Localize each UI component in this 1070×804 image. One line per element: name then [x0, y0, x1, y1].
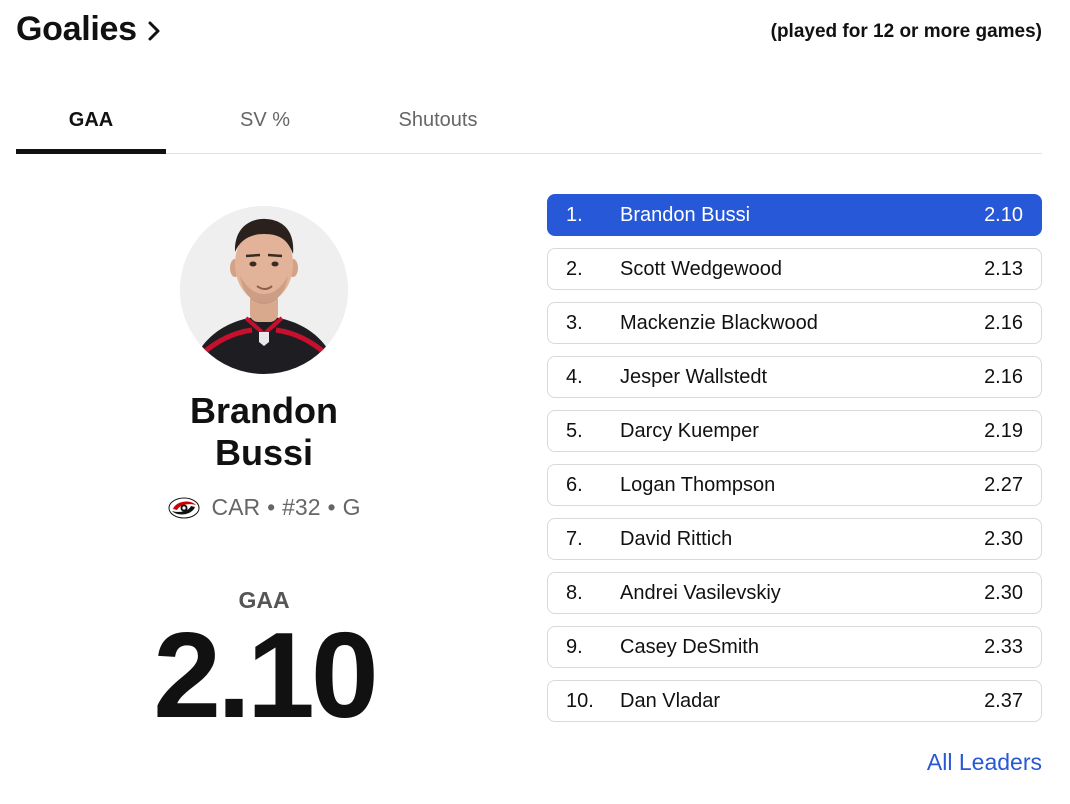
leader-row[interactable]: 5. Darcy Kuemper 2.19	[547, 410, 1042, 452]
player-last-name: Bussi	[214, 432, 314, 473]
leader-row[interactable]: 6. Logan Thompson 2.27	[547, 464, 1042, 506]
leader-rank: 8.	[566, 581, 583, 604]
qualifier-note: (played for 12 or more games)	[770, 21, 1042, 42]
leader-rank: 7.	[566, 527, 583, 550]
leader-value: 2.33	[984, 635, 1023, 658]
leader-row[interactable]: 4. Jesper Wallstedt 2.16	[547, 356, 1042, 398]
tab-gaa[interactable]: GAA	[16, 86, 166, 154]
player-team: CAR	[211, 494, 261, 520]
featured-player-card: Brandon Bussi CAR • #32 • G GAA 2.10	[120, 190, 408, 750]
leader-rank: 5.	[566, 419, 583, 442]
leader-row[interactable]: 8. Andrei Vasilevskiy 2.30	[547, 572, 1042, 614]
leader-rank: 10.	[566, 689, 594, 712]
leader-value: 2.30	[984, 581, 1023, 604]
leader-value: 2.16	[984, 311, 1023, 334]
leaders-list: 1. Brandon Bussi 2.10 2. Scott Wedgewood…	[547, 194, 1042, 734]
player-first-name: Brandon	[190, 390, 338, 431]
player-position: G	[342, 494, 361, 520]
tab-sv-percent[interactable]: SV %	[196, 86, 334, 154]
leader-rank: 6.	[566, 473, 583, 496]
leader-value: 2.13	[984, 257, 1023, 280]
leader-rank: 1.	[566, 203, 583, 226]
leader-rank: 9.	[566, 635, 583, 658]
leader-name: Casey DeSmith	[620, 635, 759, 658]
stat-value: 2.10	[153, 607, 378, 743]
leader-rank: 3.	[566, 311, 583, 334]
leader-name: Brandon Bussi	[620, 203, 751, 226]
leader-row[interactable]: 7. David Rittich 2.30	[547, 518, 1042, 560]
meta-separator: •	[327, 494, 336, 520]
leader-name: David Rittich	[620, 527, 733, 550]
leader-name: Jesper Wallstedt	[620, 365, 768, 388]
leader-row[interactable]: 1. Brandon Bussi 2.10	[547, 194, 1042, 236]
leader-name: Darcy Kuemper	[620, 419, 759, 442]
leader-row[interactable]: 3. Mackenzie Blackwood 2.16	[547, 302, 1042, 344]
goalies-title-link[interactable]: Goalies	[16, 10, 161, 49]
all-leaders-link[interactable]: All Leaders	[927, 749, 1042, 776]
player-headshot[interactable]	[180, 206, 348, 374]
player-name[interactable]: Brandon Bussi	[120, 390, 408, 474]
tab-shutouts[interactable]: Shutouts	[374, 86, 502, 154]
leader-name: Logan Thompson	[620, 473, 776, 496]
player-number: #32	[282, 494, 321, 520]
meta-separator: •	[267, 494, 276, 520]
leader-name: Mackenzie Blackwood	[620, 311, 818, 334]
leader-value: 2.27	[984, 473, 1023, 496]
section-header: Goalies (played for 12 or more games)	[16, 10, 1042, 58]
leader-name: Dan Vladar	[620, 689, 721, 712]
leader-row[interactable]: 9. Casey DeSmith 2.33	[547, 626, 1042, 668]
chevron-right-icon	[148, 21, 160, 40]
player-meta: CAR • #32 • G	[120, 494, 408, 521]
player-headshot-image	[180, 206, 348, 374]
leader-row[interactable]: 10. Dan Vladar 2.37	[547, 680, 1042, 722]
leader-value: 2.30	[984, 527, 1023, 550]
stat-tabs: GAA SV % Shutouts	[16, 86, 1042, 154]
hurricanes-logo	[168, 497, 200, 518]
leader-value: 2.19	[984, 419, 1023, 442]
leader-value: 2.37	[984, 689, 1023, 712]
leader-value: 2.10	[984, 203, 1023, 226]
leader-name: Andrei Vasilevskiy	[620, 581, 781, 604]
leader-rank: 4.	[566, 365, 583, 388]
leader-name: Scott Wedgewood	[620, 257, 782, 280]
leader-rank: 2.	[566, 257, 583, 280]
active-tab-indicator	[16, 149, 166, 154]
leader-row[interactable]: 2. Scott Wedgewood 2.13	[547, 248, 1042, 290]
leader-value: 2.16	[984, 365, 1023, 388]
section-title: Goalies	[16, 10, 137, 48]
